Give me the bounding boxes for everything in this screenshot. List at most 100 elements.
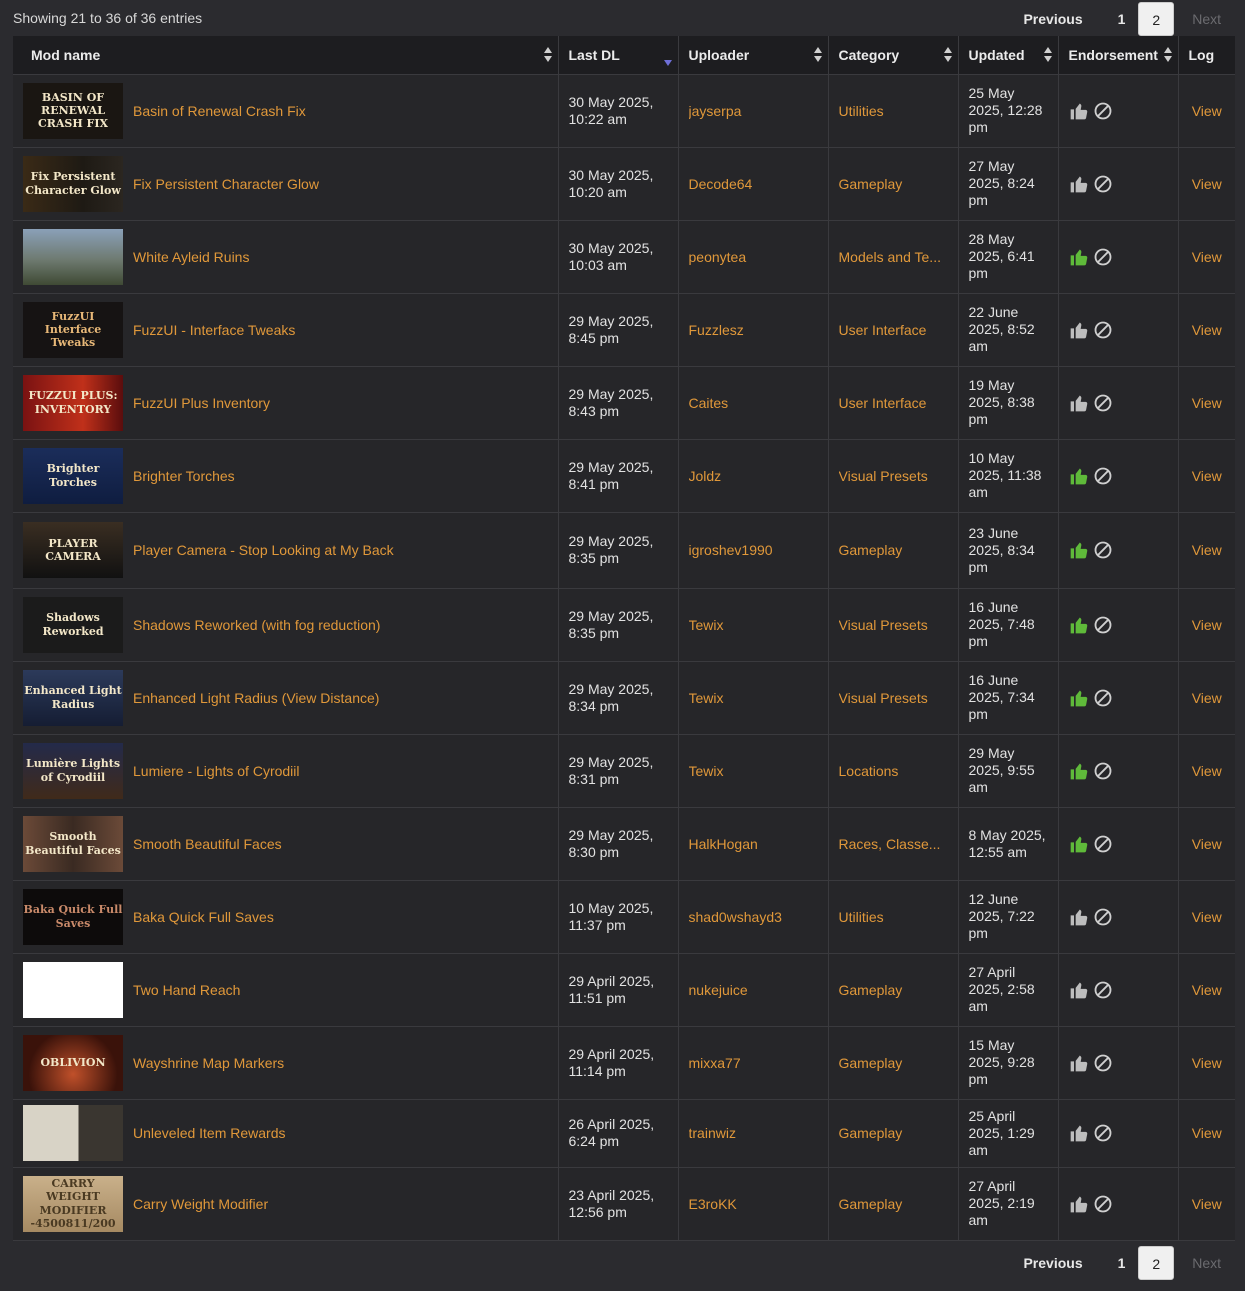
mod-name-link[interactable]: Brighter Torches — [133, 468, 235, 484]
mod-name-link[interactable]: Fix Persistent Character Glow — [133, 176, 319, 192]
mod-thumbnail[interactable] — [23, 961, 123, 1018]
col-header-last-dl[interactable]: Last DL — [558, 36, 679, 75]
mod-name-link[interactable]: Baka Quick Full Saves — [133, 909, 274, 925]
col-header-updated[interactable]: Updated — [958, 36, 1059, 75]
uploader-link[interactable]: HalkHogan — [689, 836, 818, 852]
mod-name-link[interactable]: Smooth Beautiful Faces — [133, 836, 282, 852]
mod-thumbnail[interactable]: OBLIVION — [23, 1034, 123, 1091]
thumbs-up-endorsed-icon[interactable] — [1069, 466, 1089, 486]
view-log-link[interactable]: View — [1189, 690, 1226, 706]
page-1-button[interactable]: 1 — [1105, 2, 1139, 36]
category-link[interactable]: Gameplay — [839, 982, 948, 998]
uploader-link[interactable]: Tewix — [689, 690, 818, 706]
abstain-block-icon[interactable] — [1093, 540, 1113, 560]
thumbs-up-icon[interactable] — [1069, 393, 1089, 413]
page-2-button[interactable]: 2 — [1138, 2, 1175, 36]
mod-name-link[interactable]: Shadows Reworked (with fog reduction) — [133, 617, 380, 633]
thumbs-up-icon[interactable] — [1069, 101, 1089, 121]
thumbs-up-endorsed-icon[interactable] — [1069, 540, 1089, 560]
thumbs-up-icon[interactable] — [1069, 174, 1089, 194]
category-link[interactable]: Visual Presets — [839, 468, 948, 484]
uploader-link[interactable]: shad0wshayd3 — [689, 909, 818, 925]
view-log-link[interactable]: View — [1189, 542, 1226, 558]
page-2-button[interactable]: 2 — [1138, 1246, 1175, 1280]
next-button[interactable]: Next — [1174, 1246, 1235, 1280]
category-link[interactable]: User Interface — [839, 322, 948, 338]
mod-name-link[interactable]: Two Hand Reach — [133, 982, 240, 998]
thumbs-up-endorsed-icon[interactable] — [1069, 761, 1089, 781]
mod-name-link[interactable]: White Ayleid Ruins — [133, 249, 249, 265]
next-button[interactable]: Next — [1174, 2, 1235, 36]
col-header-uploader[interactable]: Uploader — [678, 36, 829, 75]
col-header-mod-name[interactable]: Mod name — [13, 36, 559, 75]
view-log-link[interactable]: View — [1189, 763, 1226, 779]
thumbs-up-endorsed-icon[interactable] — [1069, 688, 1089, 708]
view-log-link[interactable]: View — [1189, 322, 1226, 338]
view-log-link[interactable]: View — [1189, 395, 1226, 411]
abstain-block-icon[interactable] — [1093, 247, 1113, 267]
uploader-link[interactable]: Tewix — [689, 763, 818, 779]
view-log-link[interactable]: View — [1189, 909, 1226, 925]
abstain-block-icon[interactable] — [1093, 393, 1113, 413]
view-log-link[interactable]: View — [1189, 982, 1226, 998]
view-log-link[interactable]: View — [1189, 836, 1226, 852]
mod-name-link[interactable]: FuzzUI Plus Inventory — [133, 395, 270, 411]
mod-thumbnail[interactable]: FuzzUI Interface Tweaks — [23, 301, 123, 358]
abstain-block-icon[interactable] — [1093, 1053, 1113, 1073]
thumbs-up-endorsed-icon[interactable] — [1069, 834, 1089, 854]
view-log-link[interactable]: View — [1189, 249, 1226, 265]
category-link[interactable]: Utilities — [839, 103, 948, 119]
thumbs-up-icon[interactable] — [1069, 907, 1089, 927]
mod-thumbnail[interactable]: PLAYER CAMERA — [23, 522, 123, 578]
mod-name-link[interactable]: Basin of Renewal Crash Fix — [133, 103, 306, 119]
mod-thumbnail[interactable]: CARRY WEIGHT MODIFIER -4500811/200 — [23, 1175, 123, 1232]
mod-thumbnail[interactable]: FUZZUI PLUS: INVENTORY — [23, 374, 123, 431]
mod-thumbnail[interactable]: Enhanced Light Radius — [23, 669, 123, 726]
thumbs-up-icon[interactable] — [1069, 1123, 1089, 1143]
col-header-category[interactable]: Category — [828, 36, 959, 75]
abstain-block-icon[interactable] — [1093, 1123, 1113, 1143]
category-link[interactable]: Gameplay — [839, 1125, 948, 1141]
thumbs-up-endorsed-icon[interactable] — [1069, 615, 1089, 635]
category-link[interactable]: Utilities — [839, 909, 948, 925]
abstain-block-icon[interactable] — [1093, 980, 1113, 1000]
uploader-link[interactable]: Joldz — [689, 468, 818, 484]
abstain-block-icon[interactable] — [1093, 834, 1113, 854]
mod-name-link[interactable]: Carry Weight Modifier — [133, 1196, 268, 1212]
category-link[interactable]: Visual Presets — [839, 690, 948, 706]
uploader-link[interactable]: trainwiz — [689, 1125, 818, 1141]
uploader-link[interactable]: Fuzzlesz — [689, 322, 818, 338]
uploader-link[interactable]: peonytea — [689, 249, 818, 265]
uploader-link[interactable]: Tewix — [689, 617, 818, 633]
category-link[interactable]: Races, Classe... — [839, 836, 948, 852]
mod-thumbnail[interactable]: BASIN OF RENEWAL CRASH FIX — [23, 82, 123, 139]
category-link[interactable]: Gameplay — [839, 176, 948, 192]
abstain-block-icon[interactable] — [1093, 1194, 1113, 1214]
uploader-link[interactable]: Caites — [689, 395, 818, 411]
view-log-link[interactable]: View — [1189, 617, 1226, 633]
abstain-block-icon[interactable] — [1093, 101, 1113, 121]
category-link[interactable]: Gameplay — [839, 1196, 948, 1212]
abstain-block-icon[interactable] — [1093, 320, 1113, 340]
uploader-link[interactable]: E3roKK — [689, 1196, 818, 1212]
previous-button[interactable]: Previous — [1009, 1246, 1104, 1280]
previous-button[interactable]: Previous — [1009, 2, 1104, 36]
view-log-link[interactable]: View — [1189, 176, 1226, 192]
mod-thumbnail[interactable]: Fix Persistent Character Glow — [23, 155, 123, 212]
col-header-endorsement[interactable]: Endorsement — [1058, 36, 1179, 75]
view-log-link[interactable]: View — [1189, 468, 1226, 484]
mod-name-link[interactable]: Wayshrine Map Markers — [133, 1055, 284, 1071]
thumbs-up-icon[interactable] — [1069, 980, 1089, 1000]
category-link[interactable]: Visual Presets — [839, 617, 948, 633]
abstain-block-icon[interactable] — [1093, 174, 1113, 194]
thumbs-up-endorsed-icon[interactable] — [1069, 247, 1089, 267]
mod-name-link[interactable]: Unleveled Item Rewards — [133, 1125, 286, 1141]
mod-name-link[interactable]: Player Camera - Stop Looking at My Back — [133, 542, 394, 558]
uploader-link[interactable]: igroshev1990 — [689, 542, 818, 558]
category-link[interactable]: Gameplay — [839, 542, 948, 558]
view-log-link[interactable]: View — [1189, 1055, 1226, 1071]
category-link[interactable]: Models and Te... — [839, 249, 948, 265]
mod-thumbnail[interactable]: Brighter Torches — [23, 447, 123, 504]
abstain-block-icon[interactable] — [1093, 688, 1113, 708]
abstain-block-icon[interactable] — [1093, 761, 1113, 781]
